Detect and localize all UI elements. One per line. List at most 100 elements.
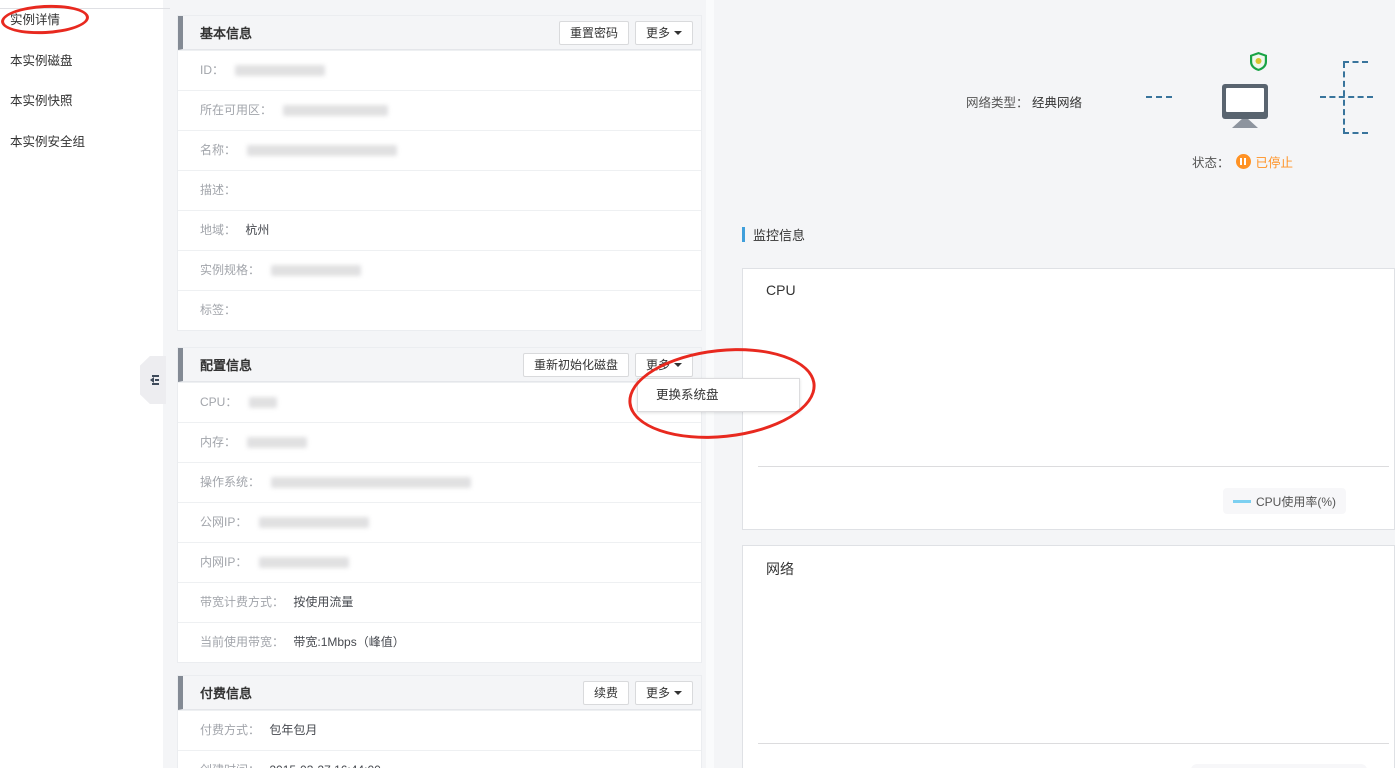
field-label: 付费方式： <box>200 723 260 737</box>
collapse-sidebar-icon <box>146 373 160 387</box>
basic-info-more-button[interactable]: 更多 <box>635 21 693 45</box>
config-info-title: 配置信息 <box>200 355 517 374</box>
network-type: 网络类型： 经典网络 <box>966 92 1082 111</box>
field-value: 2015-03-27 16:44:00 <box>269 763 380 768</box>
cpu-usage-legend[interactable]: CPU使用率(%) <box>1223 488 1346 514</box>
redacted-value <box>235 65 325 76</box>
sidebar: 实例详情 本实例磁盘 本实例快照 本实例安全组 <box>0 0 163 768</box>
info-row-name: 名称： <box>178 130 701 170</box>
paused-status-icon <box>1236 154 1251 169</box>
cpu-chart-title: CPU <box>766 282 796 298</box>
renew-button[interactable]: 续费 <box>583 681 629 705</box>
server-monitor-icon <box>1222 84 1268 119</box>
billing-info-title: 付费信息 <box>200 683 577 702</box>
field-label: 公网IP： <box>200 515 247 529</box>
billing-info-card: 付费信息 续费 更多 付费方式： 包年包月 创建时间： 2015-03-27 1… <box>177 675 702 768</box>
config-info-card: 配置信息 重新初始化磁盘 更多 CPU： 内存： 操作系统： 公网IP： 内网I… <box>177 347 702 663</box>
config-more-dropdown: 更换系统盘 <box>637 378 800 412</box>
field-label: 内存： <box>200 435 236 449</box>
info-row-created-time: 创建时间： 2015-03-27 16:44:00 <box>178 750 701 768</box>
field-value: 包年包月 <box>269 723 317 737</box>
basic-info-card: 基本信息 重置密码 更多 ID： 所在可用区： 名称： 描述： 地域： 杭州 实… <box>177 15 702 331</box>
network-chart-legend[interactable] <box>1191 764 1367 768</box>
network-chart-axis <box>758 743 1389 744</box>
sidebar-item-instance-snapshots[interactable]: 本实例快照 <box>0 81 163 122</box>
basic-info-header: 基本信息 重置密码 更多 <box>178 16 701 50</box>
info-row-current-bandwidth: 当前使用带宽： 带宽:1Mbps（峰值） <box>178 622 701 662</box>
network-chart-panel: 网络 <box>742 545 1395 768</box>
field-value: 带宽:1Mbps（峰值） <box>293 635 404 649</box>
field-label: 所在可用区： <box>200 103 272 117</box>
instance-detail-page: 实例详情 本实例磁盘 本实例快照 本实例安全组 基本信息 重置密码 更多 ID：… <box>0 0 1395 768</box>
field-label: 当前使用带宽： <box>200 635 284 649</box>
topology-connector-line <box>1146 96 1172 98</box>
monitor-screen-face <box>1226 88 1264 112</box>
status-label: 状态： <box>1192 152 1230 171</box>
field-label: 标签： <box>200 303 236 317</box>
legend-label: CPU使用率(%) <box>1256 493 1336 510</box>
info-row-instance-type: 实例规格： <box>178 250 701 290</box>
info-row-region: 地域： 杭州 <box>178 210 701 250</box>
info-row-billing-method: 付费方式： 包年包月 <box>178 710 701 750</box>
network-chart-title: 网络 <box>766 559 794 579</box>
billing-info-more-button[interactable]: 更多 <box>635 681 693 705</box>
topology-dashed-bracket <box>1343 62 1345 134</box>
field-label: 名称： <box>200 143 236 157</box>
info-row-tags: 标签： <box>178 290 701 330</box>
info-row-memory: 内存： <box>178 422 701 462</box>
sidebar-item-instance-detail[interactable]: 实例详情 <box>0 0 163 41</box>
redacted-value <box>283 105 388 116</box>
security-shield-icon <box>1250 52 1267 71</box>
info-row-description: 描述： <box>178 170 701 210</box>
status-value: 已停止 <box>1256 152 1294 171</box>
info-row-public-ip: 公网IP： <box>178 502 701 542</box>
field-label: CPU： <box>200 395 237 409</box>
redacted-value <box>249 397 277 408</box>
info-row-bandwidth-billing: 带宽计费方式： 按使用流量 <box>178 582 701 622</box>
cpu-chart-panel: CPU CPU使用率(%) <box>742 268 1395 530</box>
change-system-disk-menu-item[interactable]: 更换系统盘 <box>638 379 799 411</box>
field-label: 地域： <box>200 223 236 237</box>
network-type-value: 经典网络 <box>1032 96 1082 110</box>
field-label: 内网IP： <box>200 555 247 569</box>
field-label: 操作系统： <box>200 475 260 489</box>
sidebar-item-instance-disks[interactable]: 本实例磁盘 <box>0 41 163 82</box>
chevron-down-icon <box>674 363 682 367</box>
redacted-value <box>247 437 307 448</box>
topology-dashed-bracket-bottom <box>1343 132 1368 134</box>
config-info-header: 配置信息 重新初始化磁盘 更多 <box>178 348 701 382</box>
field-label: 描述： <box>200 183 236 197</box>
info-row-zone: 所在可用区： <box>178 90 701 130</box>
basic-info-title: 基本信息 <box>200 23 553 42</box>
redacted-value <box>271 477 471 488</box>
legend-line-icon <box>1233 500 1251 503</box>
reinit-disk-button[interactable]: 重新初始化磁盘 <box>523 353 629 377</box>
chevron-down-icon <box>674 691 682 695</box>
sidebar-menu: 实例详情 本实例磁盘 本实例快照 本实例安全组 <box>0 0 163 162</box>
topology-dashed-bracket-top <box>1343 61 1368 63</box>
sidebar-item-instance-security-groups[interactable]: 本实例安全组 <box>0 122 163 163</box>
cpu-chart-axis <box>758 466 1389 467</box>
instance-status: 状态： 已停止 <box>1192 152 1293 171</box>
billing-info-header: 付费信息 续费 更多 <box>178 676 701 710</box>
field-value: 杭州 <box>245 223 269 237</box>
info-row-cpu: CPU： <box>178 382 701 422</box>
section-accent-bar <box>742 227 745 242</box>
sidebar-top-divider <box>0 8 170 9</box>
redacted-value <box>247 145 397 156</box>
redacted-value <box>259 517 369 528</box>
field-label: 创建时间： <box>200 763 260 768</box>
field-value: 按使用流量 <box>293 595 353 609</box>
field-label: 实例规格： <box>200 263 260 277</box>
field-label: ID： <box>200 63 224 77</box>
info-row-id: ID： <box>178 50 701 90</box>
sidebar-collapse-handle[interactable] <box>140 356 166 404</box>
redacted-value <box>271 265 361 276</box>
monitoring-section-title: 监控信息 <box>742 225 805 244</box>
network-type-label: 网络类型： <box>966 96 1029 110</box>
topology-dashed-cross-line <box>1320 96 1373 98</box>
monitor-stand <box>1232 119 1258 128</box>
info-row-os: 操作系统： <box>178 462 701 502</box>
reset-password-button[interactable]: 重置密码 <box>559 21 629 45</box>
config-info-more-button[interactable]: 更多 <box>635 353 693 377</box>
